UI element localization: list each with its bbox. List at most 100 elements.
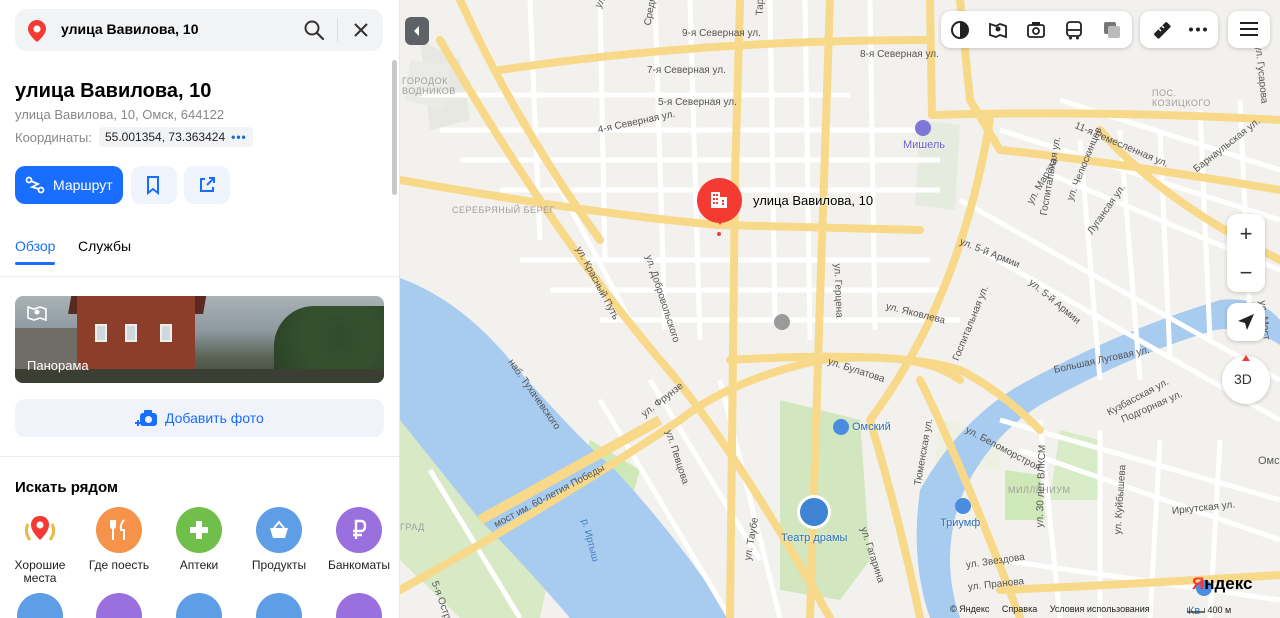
category-more-5[interactable] (336, 593, 382, 618)
marker-label[interactable]: улица Вавилова, 10 (753, 193, 873, 208)
category-atm[interactable]: Банкоматы (319, 507, 399, 572)
section-divider (0, 456, 399, 457)
building-icon (711, 192, 727, 208)
place-address: улица Вавилова, 10, Омск, 644122 (15, 107, 225, 122)
map-layers-toolbar (941, 11, 1132, 48)
category-label: Банкоматы (327, 558, 390, 572)
coords-value[interactable]: 55.001354, 73.363424 ••• (99, 127, 253, 147)
category-pharmacy[interactable]: Аптеки (159, 507, 239, 572)
place-title: улица Вавилова, 10 (15, 80, 212, 102)
district-label: ПОС. КОЗИЦКОГО (1152, 88, 1211, 108)
poi-omskiy[interactable]: Омский (852, 421, 891, 433)
map-layer-icon[interactable] (950, 20, 970, 40)
category-good-places[interactable]: Хорошие места (0, 507, 80, 585)
basket-icon (270, 520, 288, 538)
route-button[interactable]: Маршрут (15, 166, 123, 204)
sidebar-scrollbar[interactable] (392, 60, 397, 195)
navigation-arrow-icon (1238, 314, 1254, 330)
app: СЕРЕБРЯНЫЙ БЕРЕГ ГОРОДОК ВОДНИКОВ ПОС. К… (0, 0, 1280, 618)
bookmark-button[interactable] (131, 166, 177, 204)
street-label: Тарская ул. (755, 0, 768, 16)
street-label: 7-я Северная ул. (647, 65, 726, 76)
poi-oms[interactable]: Омс (1258, 455, 1280, 467)
map-footer: © Яндекс Справка Условия использования (950, 604, 1160, 614)
category-more-1[interactable] (17, 593, 63, 618)
copyright: © Яндекс (950, 604, 990, 614)
bookmark-icon (147, 176, 159, 195)
close-icon[interactable] (351, 20, 371, 40)
add-photo-label: Добавить фото (165, 410, 264, 426)
category-more-3[interactable] (176, 593, 222, 618)
zoom-control: + − (1227, 214, 1265, 292)
scale-bar-icon (1186, 608, 1206, 613)
fork-knife-icon (110, 519, 125, 540)
poi-triumf[interactable]: Триумф (940, 517, 980, 529)
panorama-label: Панорама (27, 358, 89, 373)
district-label: СЕРЕБРЯНЫЙ БЕРЕГ (452, 205, 555, 215)
tab-overview[interactable]: Обзор (15, 238, 56, 265)
route-label: Маршрут (53, 177, 113, 193)
route-icon (25, 176, 45, 194)
coords-label: Координаты: (15, 130, 92, 145)
3d-label: 3D (1234, 371, 1252, 387)
shopping-icon[interactable] (955, 498, 971, 514)
yandex-logo: Яндекс (1192, 574, 1253, 593)
street-label: 8-я Северная ул. (860, 49, 939, 60)
chevron-left-icon (414, 26, 419, 36)
share-icon (200, 177, 215, 192)
zoom-out-button[interactable]: − (1227, 253, 1265, 292)
add-photo-button[interactable]: Добавить фото (15, 399, 384, 437)
search-icon[interactable] (303, 19, 325, 41)
category-label: Продукты (251, 558, 307, 572)
map-tools-toolbar (1140, 11, 1218, 48)
location-pin-icon (28, 20, 46, 42)
district-label: ГОРОДОК ВОДНИКОВ (402, 76, 456, 96)
photo-layer-icon[interactable] (1026, 20, 1046, 40)
tab-services[interactable]: Службы (78, 238, 131, 254)
terms-link[interactable]: Условия использования (1050, 604, 1150, 614)
good-places-icon (24, 516, 56, 541)
marker-point (717, 232, 721, 236)
category-groceries[interactable]: Продукты (239, 507, 319, 572)
street-label: 5-я Северная ул. (658, 97, 737, 108)
panorama-layer-icon[interactable] (988, 20, 1008, 40)
pharmacy-cross-icon (190, 521, 208, 539)
camera-add-icon (135, 410, 157, 426)
street-label: 9-я Северная ул. (682, 28, 761, 39)
category-more-2[interactable] (96, 593, 142, 618)
zoom-in-button[interactable]: + (1227, 214, 1265, 253)
ruble-icon (353, 519, 367, 539)
nearby-title: Искать рядом (15, 479, 119, 496)
collapse-sidebar-button[interactable] (405, 17, 429, 45)
category-more-4[interactable] (256, 593, 302, 618)
map-canvas[interactable]: СЕРЕБРЯНЫЙ БЕРЕГ ГОРОДОК ВОДНИКОВ ПОС. К… (400, 0, 1280, 618)
church-icon (774, 314, 790, 330)
location-marker[interactable] (697, 178, 742, 225)
category-label: Хорошие места (14, 558, 66, 585)
more-icon[interactable] (1188, 27, 1208, 32)
map-scale: 400 м (1186, 605, 1231, 615)
poi-theatre[interactable]: Театр драмы (781, 532, 847, 544)
theatre-icon[interactable] (797, 495, 831, 529)
layers-icon[interactable] (1102, 20, 1122, 40)
district-label: ГРАД (400, 522, 425, 532)
coords-more-icon[interactable]: ••• (231, 130, 247, 144)
transport-layer-icon[interactable] (1064, 20, 1084, 40)
my-location-button[interactable] (1227, 303, 1265, 341)
poi-mishel[interactable]: Мишель (903, 139, 945, 151)
panorama-card[interactable]: Панорама (15, 296, 384, 383)
menu-button[interactable] (1228, 11, 1270, 48)
ruler-icon[interactable] (1152, 20, 1172, 40)
tab-divider (0, 276, 399, 277)
share-button[interactable] (184, 166, 230, 204)
panorama-icon (27, 305, 47, 322)
search-bar[interactable]: улица Вавилова, 10 (15, 9, 383, 51)
help-link[interactable]: Справка (1002, 604, 1037, 614)
category-label: Где поесть (88, 558, 150, 572)
shopping-icon[interactable] (833, 419, 849, 435)
3d-button[interactable]: 3D (1222, 355, 1270, 404)
hotel-icon[interactable] (915, 120, 931, 136)
search-input[interactable]: улица Вавилова, 10 (61, 21, 198, 37)
street-label: ул. Герцена (831, 263, 845, 318)
category-food[interactable]: Где поесть (79, 507, 159, 572)
